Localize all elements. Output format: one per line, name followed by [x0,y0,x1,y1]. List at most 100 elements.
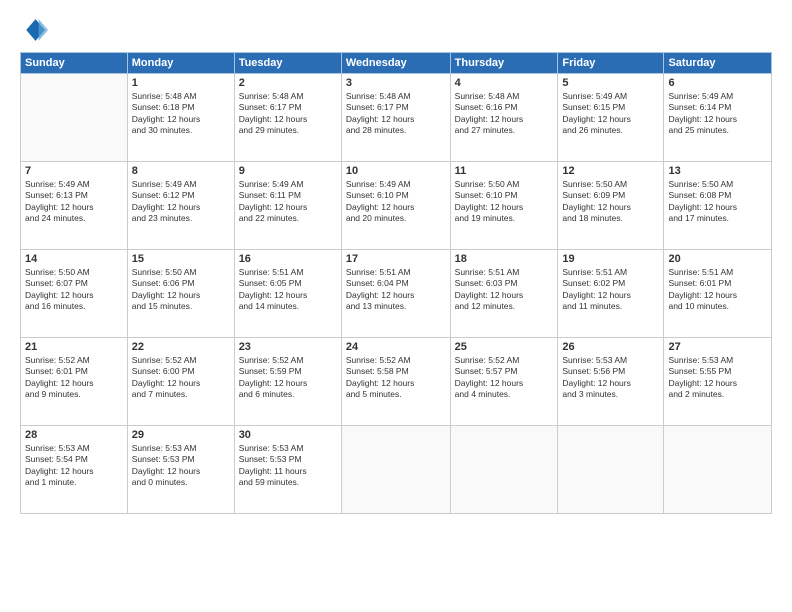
day-number: 7 [25,165,123,177]
calendar-cell: 18Sunrise: 5:51 AM Sunset: 6:03 PM Dayli… [450,250,558,338]
day-number: 16 [239,253,337,265]
calendar-cell [341,426,450,514]
day-number: 19 [562,253,659,265]
calendar-cell: 1 Sunrise: 5:48 AM Sunset: 6:18 PM Daylig… [127,74,234,162]
calendar-cell: 14Sunrise: 5:50 AM Sunset: 6:07 PM Dayli… [21,250,128,338]
calendar-cell: 17Sunrise: 5:51 AM Sunset: 6:04 PM Dayli… [341,250,450,338]
day-number: 17 [346,253,446,265]
calendar-cell: 29 Sunrise: 5:53 AM Sunset: 5:53 PM Dayli… [127,426,234,514]
day-number: 1 [132,77,230,89]
day-number: 12 [562,165,659,177]
day-info: Sunrise: 5:52 AM Sunset: 6:00 PM Dayligh… [132,355,230,401]
day-number: 26 [562,341,659,353]
day-number: 23 [239,341,337,353]
calendar-week-2: 7Sunrise: 5:49 AM Sunset: 6:13 PM Daylig… [21,162,772,250]
day-number: 11 [455,165,554,177]
day-info: Sunrise: 5:53 AM Sunset: 5:55 PM Dayligh… [668,355,767,401]
day-info: Sunrise: 5:51 AM Sunset: 6:05 PM Dayligh… [239,267,337,313]
day-number: 24 [346,341,446,353]
day-number: 28 [25,429,123,441]
calendar-week-3: 14Sunrise: 5:50 AM Sunset: 6:07 PM Dayli… [21,250,772,338]
header [20,16,772,44]
day-info: Sunrise: 5:52 AM Sunset: 5:57 PM Dayligh… [455,355,554,401]
calendar-cell: 5 Sunrise: 5:49 AM Sunset: 6:15 PM Daylig… [558,74,664,162]
weekday-header-sunday: Sunday [21,53,128,74]
calendar-cell: 4 Sunrise: 5:48 AM Sunset: 6:16 PM Daylig… [450,74,558,162]
day-info: Sunrise: 5:51 AM Sunset: 6:02 PM Dayligh… [562,267,659,313]
weekday-header-monday: Monday [127,53,234,74]
calendar-cell: 19 Sunrise: 5:51 AM Sunset: 6:02 PM Dayli… [558,250,664,338]
day-info: Sunrise: 5:48 AM Sunset: 6:17 PM Dayligh… [239,91,337,137]
calendar-cell [450,426,558,514]
weekday-header-wednesday: Wednesday [341,53,450,74]
calendar-cell: 27Sunrise: 5:53 AM Sunset: 5:55 PM Dayli… [664,338,772,426]
calendar-table: SundayMondayTuesdayWednesdayThursdayFrid… [20,52,772,514]
calendar-cell [21,74,128,162]
day-number: 25 [455,341,554,353]
day-number: 15 [132,253,230,265]
calendar-cell: 21 Sunrise: 5:52 AM Sunset: 6:01 PM Dayli… [21,338,128,426]
day-number: 29 [132,429,230,441]
day-info: Sunrise: 5:49 AM Sunset: 6:10 PM Dayligh… [346,179,446,225]
day-number: 21 [25,341,123,353]
calendar-cell: 30 Sunrise: 5:53 AM Sunset: 5:53 PM Dayli… [234,426,341,514]
calendar-cell: 10Sunrise: 5:49 AM Sunset: 6:10 PM Dayli… [341,162,450,250]
logo-icon [20,16,48,44]
calendar-cell: 24 Sunrise: 5:52 AM Sunset: 5:58 PM Dayli… [341,338,450,426]
day-number: 14 [25,253,123,265]
logo [20,16,52,44]
weekday-header-thursday: Thursday [450,53,558,74]
day-number: 2 [239,77,337,89]
day-number: 8 [132,165,230,177]
day-number: 6 [668,77,767,89]
calendar-cell [664,426,772,514]
calendar-cell: 7Sunrise: 5:49 AM Sunset: 6:13 PM Daylig… [21,162,128,250]
calendar-header-row: SundayMondayTuesdayWednesdayThursdayFrid… [21,53,772,74]
calendar-cell: 12 Sunrise: 5:50 AM Sunset: 6:09 PM Dayli… [558,162,664,250]
calendar-cell: 23Sunrise: 5:52 AM Sunset: 5:59 PM Dayli… [234,338,341,426]
calendar-week-1: 1 Sunrise: 5:48 AM Sunset: 6:18 PM Daylig… [21,74,772,162]
day-number: 9 [239,165,337,177]
calendar-cell: 25 Sunrise: 5:52 AM Sunset: 5:57 PM Dayli… [450,338,558,426]
day-info: Sunrise: 5:48 AM Sunset: 6:17 PM Dayligh… [346,91,446,137]
calendar-cell: 2 Sunrise: 5:48 AM Sunset: 6:17 PM Daylig… [234,74,341,162]
calendar-cell: 26 Sunrise: 5:53 AM Sunset: 5:56 PM Dayli… [558,338,664,426]
day-info: Sunrise: 5:52 AM Sunset: 6:01 PM Dayligh… [25,355,123,401]
day-info: Sunrise: 5:48 AM Sunset: 6:16 PM Dayligh… [455,91,554,137]
calendar-cell: 11 Sunrise: 5:50 AM Sunset: 6:10 PM Dayli… [450,162,558,250]
day-number: 5 [562,77,659,89]
calendar-cell: 20 Sunrise: 5:51 AM Sunset: 6:01 PM Dayli… [664,250,772,338]
weekday-header-tuesday: Tuesday [234,53,341,74]
calendar-cell: 3 Sunrise: 5:48 AM Sunset: 6:17 PM Daylig… [341,74,450,162]
day-info: Sunrise: 5:53 AM Sunset: 5:53 PM Dayligh… [239,443,337,489]
page: SundayMondayTuesdayWednesdayThursdayFrid… [0,0,792,612]
weekday-header-saturday: Saturday [664,53,772,74]
day-info: Sunrise: 5:50 AM Sunset: 6:06 PM Dayligh… [132,267,230,313]
day-info: Sunrise: 5:48 AM Sunset: 6:18 PM Dayligh… [132,91,230,137]
day-number: 22 [132,341,230,353]
day-info: Sunrise: 5:53 AM Sunset: 5:53 PM Dayligh… [132,443,230,489]
calendar-cell: 22 Sunrise: 5:52 AM Sunset: 6:00 PM Dayli… [127,338,234,426]
day-info: Sunrise: 5:49 AM Sunset: 6:15 PM Dayligh… [562,91,659,137]
day-number: 30 [239,429,337,441]
day-info: Sunrise: 5:49 AM Sunset: 6:12 PM Dayligh… [132,179,230,225]
calendar-cell: 15 Sunrise: 5:50 AM Sunset: 6:06 PM Dayli… [127,250,234,338]
day-info: Sunrise: 5:51 AM Sunset: 6:01 PM Dayligh… [668,267,767,313]
day-info: Sunrise: 5:53 AM Sunset: 5:54 PM Dayligh… [25,443,123,489]
day-number: 4 [455,77,554,89]
calendar-week-5: 28 Sunrise: 5:53 AM Sunset: 5:54 PM Dayli… [21,426,772,514]
calendar-cell: 16 Sunrise: 5:51 AM Sunset: 6:05 PM Dayli… [234,250,341,338]
calendar-week-4: 21 Sunrise: 5:52 AM Sunset: 6:01 PM Dayli… [21,338,772,426]
day-info: Sunrise: 5:50 AM Sunset: 6:08 PM Dayligh… [668,179,767,225]
day-info: Sunrise: 5:53 AM Sunset: 5:56 PM Dayligh… [562,355,659,401]
day-number: 3 [346,77,446,89]
day-info: Sunrise: 5:51 AM Sunset: 6:03 PM Dayligh… [455,267,554,313]
day-info: Sunrise: 5:52 AM Sunset: 5:58 PM Dayligh… [346,355,446,401]
day-number: 20 [668,253,767,265]
calendar-cell: 9Sunrise: 5:49 AM Sunset: 6:11 PM Daylig… [234,162,341,250]
day-info: Sunrise: 5:50 AM Sunset: 6:10 PM Dayligh… [455,179,554,225]
calendar-cell: 6Sunrise: 5:49 AM Sunset: 6:14 PM Daylig… [664,74,772,162]
day-number: 13 [668,165,767,177]
calendar-cell [558,426,664,514]
day-info: Sunrise: 5:50 AM Sunset: 6:09 PM Dayligh… [562,179,659,225]
